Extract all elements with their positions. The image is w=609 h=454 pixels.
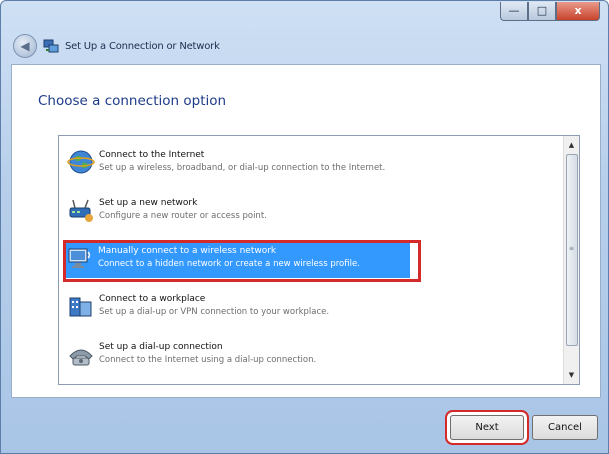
option-title: Set up a dial-up connection [99, 342, 223, 352]
vertical-scrollbar[interactable]: ▲ ≡ ▼ [563, 136, 579, 384]
caption-buttons: — □ x [500, 2, 600, 21]
connection-options-list[interactable]: Connect to the Internet Set up a wireles… [58, 135, 580, 385]
option-connect-internet[interactable]: Connect to the Internet Set up a wireles… [67, 146, 559, 182]
phone-icon [69, 349, 93, 366]
option-new-network[interactable]: Set up a new network Configure a new rou… [67, 194, 559, 230]
minimize-button[interactable]: — [500, 2, 528, 21]
scroll-thumb[interactable]: ≡ [566, 154, 578, 346]
option-description: Configure a new router or access point. [99, 211, 267, 221]
option-description: Set up a wireless, broadband, or dial-up… [99, 163, 386, 173]
dialog-window: — □ x ◀ Set Up a Connection or Network C… [0, 0, 609, 454]
grip-icon: ≡ [569, 245, 575, 252]
page-heading: Choose a connection option [38, 93, 227, 109]
option-description: Set up a dial-up or VPN connection to yo… [99, 307, 330, 317]
dialog-footer: Next Cancel [1, 399, 608, 453]
option-description: Connect to the Internet using a dial-up … [99, 355, 317, 365]
network-icon [43, 39, 59, 53]
workplace-icon [69, 297, 92, 317]
option-workplace[interactable]: Connect to a workplace Set up a dial-up … [67, 290, 559, 326]
back-button[interactable]: ◀ [13, 34, 37, 58]
title-bar[interactable]: — □ x [1, 1, 608, 31]
window-title: Set Up a Connection or Network [65, 40, 220, 52]
back-arrow-icon: ◀ [20, 39, 30, 53]
scroll-up-icon[interactable]: ▲ [564, 138, 579, 152]
option-title: Connect to the Internet [99, 150, 205, 160]
option-title: Connect to a workplace [99, 294, 206, 304]
scroll-down-icon[interactable]: ▼ [564, 368, 579, 382]
option-dial-up[interactable]: Set up a dial-up connection Connect to t… [67, 338, 559, 374]
close-button[interactable]: x [556, 2, 600, 21]
next-button[interactable]: Next [450, 415, 524, 440]
header-row: ◀ Set Up a Connection or Network [13, 34, 220, 58]
maximize-button[interactable]: □ [528, 2, 556, 21]
content-panel: Choose a connection option Connect to th… [11, 64, 601, 398]
router-icon [69, 199, 93, 222]
selection-highlight-box [63, 240, 421, 282]
globe-icon [67, 150, 95, 174]
option-title: Set up a new network [99, 198, 198, 208]
cancel-button[interactable]: Cancel [532, 415, 598, 440]
